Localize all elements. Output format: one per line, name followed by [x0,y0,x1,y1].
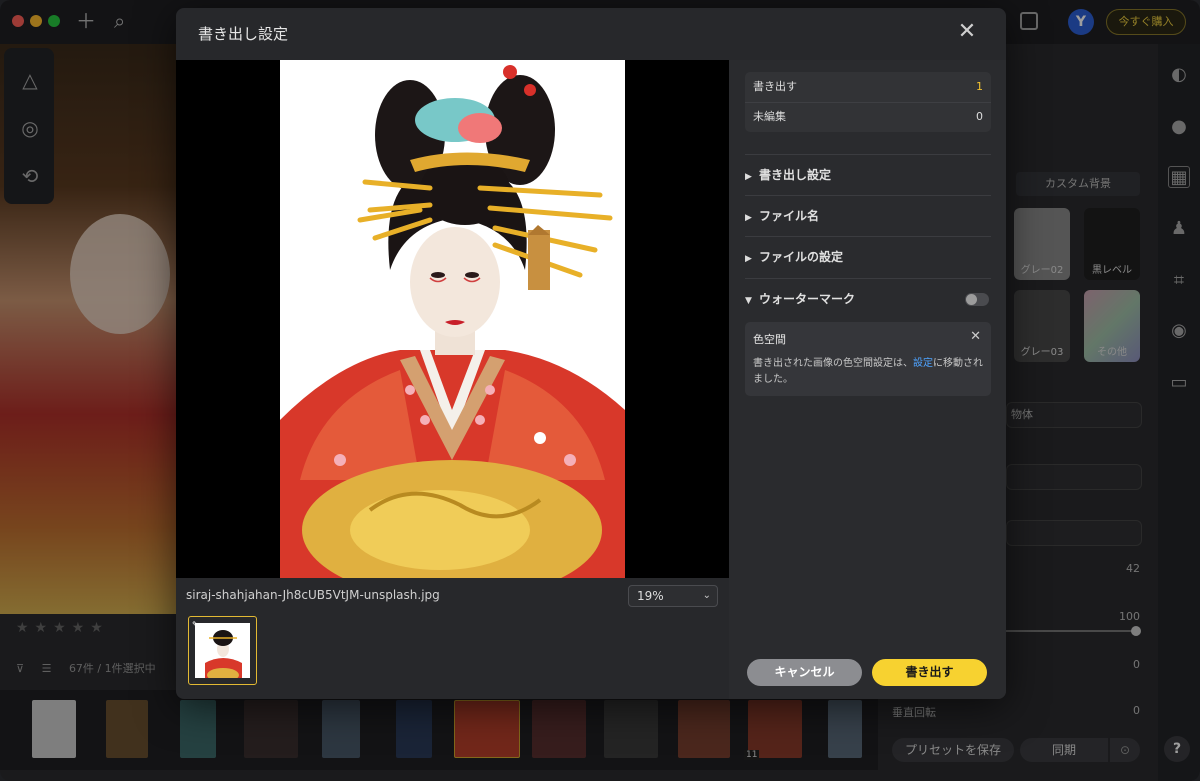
file-name: siraj-shahjahan-Jh8cUB5VtJM-unsplash.jpg [186,588,440,602]
cancel-button[interactable]: キャンセル [747,659,862,686]
export-thumbnail[interactable]: ✎ [188,616,257,685]
notice-title: 色空間 [753,333,786,346]
section-export-settings[interactable]: ▶ 書き出し設定 [745,154,991,194]
thumbnail-image [195,623,250,678]
watermark-toggle[interactable] [965,293,989,306]
export-counts: 書き出す 1 未編集 0 [745,72,991,132]
toggle-knob [966,294,977,305]
chevron-right-icon: ▶ [745,172,752,182]
dialog-title: 書き出し設定 [198,25,289,43]
image-preview [176,60,729,578]
edit-icon: ✎ [192,620,199,629]
chevron-down-icon: ▼ [745,296,752,306]
export-settings-panel: 書き出す 1 未編集 0 ▶ 書き出し設定 ▶ ファイル名 ▶ ファイルの設定 ▼ ウォ… [729,60,1006,699]
unedited-count-label: 未編集 [753,110,786,123]
notice-body: 書き出された画像の色空間設定は、設定に移動されました。 [753,356,985,388]
zoom-value: 19% [637,589,664,603]
thumbnail-illustration [195,623,250,678]
close-icon[interactable]: ✕ [970,329,981,344]
chevron-down-icon: ⌄ [702,590,711,601]
section-file-name[interactable]: ▶ ファイル名 [745,195,991,235]
section-label: ファイル名 [759,209,820,223]
export-count-value: 1 [976,80,983,93]
unedited-count-value: 0 [976,110,983,123]
settings-link[interactable]: 設定 [913,358,933,369]
unedited-count-row: 未編集 0 [753,102,983,132]
color-space-notice: 色空間 ✕ 書き出された画像の色空間設定は、設定に移動されました。 [745,322,991,396]
export-count-label: 書き出す [753,80,797,93]
section-file-settings[interactable]: ▶ ファイルの設定 [745,236,991,276]
export-button[interactable]: 書き出す [872,659,987,686]
close-icon[interactable]: ✕ [956,21,978,43]
section-watermark[interactable]: ▼ ウォーターマーク [745,278,991,318]
preview-photo [280,60,625,578]
notice-text: 書き出された画像の色空間設定は、 [753,358,913,369]
section-label: ウォーターマーク [759,292,856,306]
zoom-select[interactable]: 19% ⌄ [628,585,718,607]
chevron-right-icon: ▶ [745,254,752,264]
section-label: 書き出し設定 [759,168,832,182]
section-label: ファイルの設定 [759,250,844,264]
chevron-right-icon: ▶ [745,213,752,223]
export-dialog: 書き出し設定 ✕ siraj-shahjahan-Jh8cUB5VtJM-uns… [176,8,1006,699]
export-count-row: 書き出す 1 [753,72,983,102]
geisha-portrait-illustration [280,60,625,578]
